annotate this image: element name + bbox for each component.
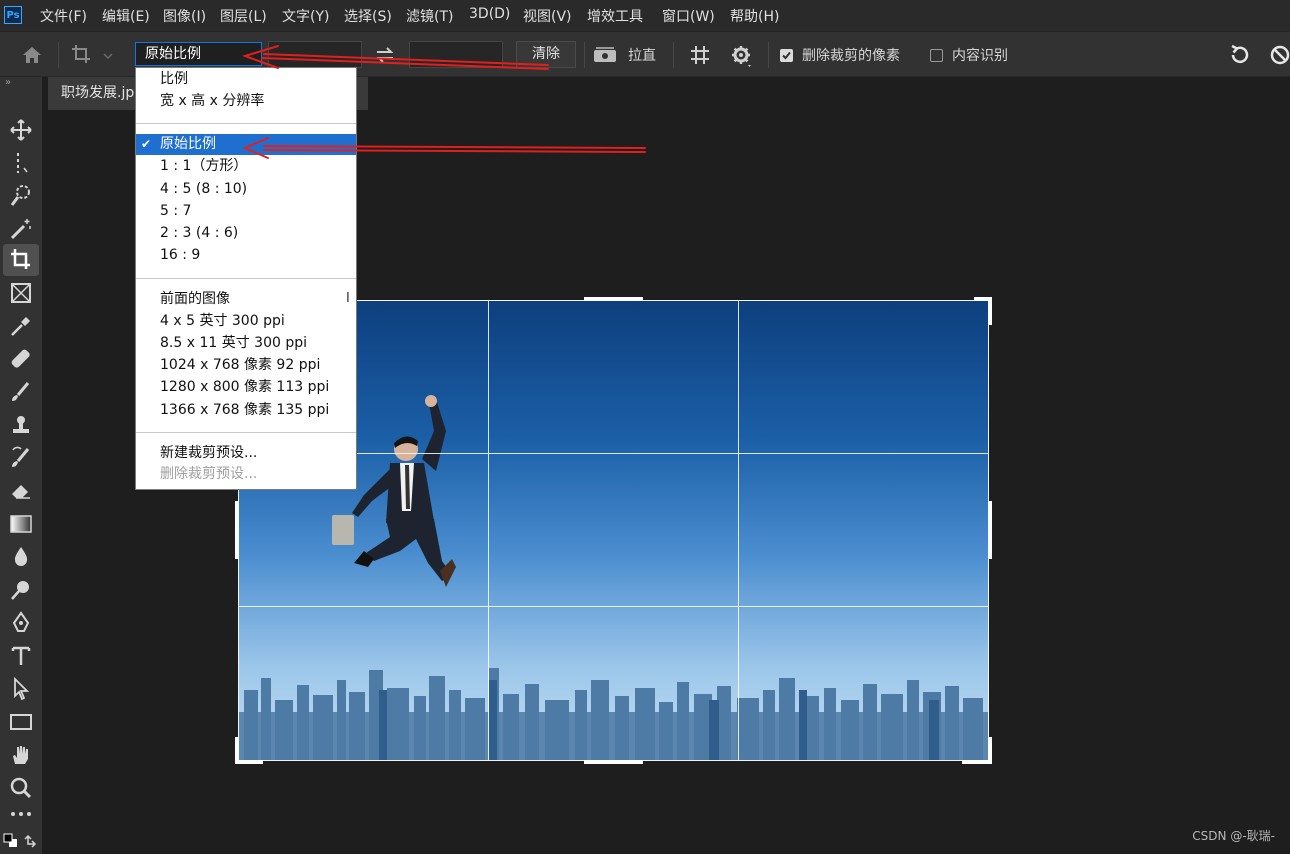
text-cursor-icon: I bbox=[346, 291, 350, 306]
menu-type[interactable]: 文字(Y) bbox=[282, 6, 329, 26]
content-aware-label[interactable]: 内容识别 bbox=[952, 45, 1008, 65]
eyedropper-tool-icon[interactable] bbox=[8, 313, 34, 339]
menu-bar: Ps 文件(F) 编辑(E) 图像(I) 图层(L) 文字(Y) 选择(S) 滤… bbox=[0, 0, 1290, 31]
healing-brush-tool-icon[interactable] bbox=[8, 346, 34, 372]
dropdown-divider bbox=[136, 432, 356, 433]
divider bbox=[584, 42, 585, 68]
menu-filter[interactable]: 滤镜(T) bbox=[406, 6, 453, 26]
dropdown-item-label: 原始比例 bbox=[160, 136, 216, 152]
crop-handle-right[interactable] bbox=[988, 501, 992, 559]
cancel-icon[interactable] bbox=[1269, 44, 1290, 66]
dropdown-item-8.5x11-in[interactable]: 8.5 x 11 英寸 300 ppi bbox=[136, 333, 356, 354]
divider bbox=[58, 42, 59, 68]
delete-cropped-pixels-checkbox[interactable] bbox=[780, 49, 793, 62]
crop-handle-bottom-left[interactable] bbox=[235, 760, 263, 764]
crop-preset-icon[interactable] bbox=[70, 43, 116, 67]
menu-layer[interactable]: 图层(L) bbox=[220, 6, 267, 26]
dropdown-item-delete-preset: 删除裁剪预设... bbox=[160, 466, 258, 482]
menu-file[interactable]: 文件(F) bbox=[40, 6, 87, 26]
hand-tool-icon[interactable] bbox=[8, 742, 34, 768]
dropdown-item-original-ratio[interactable]: ✔ 原始比例 bbox=[136, 134, 356, 155]
quick-select-tool-icon[interactable] bbox=[8, 183, 34, 209]
crop-height-input[interactable] bbox=[409, 41, 503, 68]
gradient-tool-icon[interactable] bbox=[8, 511, 34, 537]
crop-tool-icon[interactable] bbox=[8, 247, 34, 273]
photoshop-logo: Ps bbox=[4, 6, 22, 24]
pen-tool-icon[interactable] bbox=[8, 610, 34, 636]
dropdown-item-16-9[interactable]: 16 : 9 bbox=[136, 245, 356, 266]
color-swatches-icon[interactable] bbox=[2, 832, 40, 850]
zoom-tool-icon[interactable] bbox=[8, 775, 34, 801]
grid-overlay-icon[interactable] bbox=[689, 44, 711, 66]
menu-3d[interactable]: 3D(D) bbox=[469, 6, 510, 22]
marquee-tool-icon[interactable] bbox=[8, 150, 34, 176]
crop-handle-left[interactable] bbox=[235, 501, 239, 559]
reset-icon[interactable] bbox=[1228, 43, 1252, 67]
dropdown-item-1366x768[interactable]: 1366 x 768 像素 135 ppi bbox=[136, 400, 356, 421]
crop-handle-bottom-right[interactable] bbox=[988, 737, 992, 764]
dropdown-item-wxhxres[interactable]: 宽 x 高 x 分辨率 bbox=[136, 91, 356, 112]
crop-handle-bottom-left[interactable] bbox=[235, 737, 239, 764]
dropdown-item-5-7[interactable]: 5 : 7 bbox=[136, 201, 356, 222]
eraser-tool-icon[interactable] bbox=[8, 478, 34, 504]
dropdown-item-4-5[interactable]: 4 : 5 (8 : 10) bbox=[136, 179, 356, 200]
clone-stamp-tool-icon[interactable] bbox=[8, 412, 34, 438]
clear-button[interactable]: 清除 bbox=[516, 41, 576, 68]
dropdown-divider bbox=[136, 278, 356, 279]
menu-plugins[interactable]: 增效工具 bbox=[587, 6, 643, 26]
history-brush-tool-icon[interactable] bbox=[8, 445, 34, 471]
straighten-icon[interactable] bbox=[592, 44, 618, 66]
divider bbox=[673, 42, 674, 68]
menu-edit[interactable]: 编辑(E) bbox=[102, 6, 150, 26]
expand-panel-icon[interactable]: » bbox=[5, 77, 11, 88]
dropdown-item-front-image[interactable]: 前面的图像 bbox=[136, 289, 356, 310]
crop-width-input[interactable] bbox=[268, 41, 362, 68]
menu-help[interactable]: 帮助(H) bbox=[730, 6, 779, 26]
checkmark-icon: ✔ bbox=[141, 137, 152, 151]
swap-icon[interactable] bbox=[374, 45, 396, 65]
straighten-label[interactable]: 拉直 bbox=[628, 45, 656, 65]
content-aware-checkbox[interactable] bbox=[930, 49, 943, 62]
dropdown-item-4x5-in[interactable]: 4 x 5 英寸 300 ppi bbox=[136, 311, 356, 332]
type-tool-icon[interactable] bbox=[8, 643, 34, 669]
crop-ratio-dropdown: 比例 宽 x 高 x 分辨率 ✔ 原始比例 1 : 1（方形） 4 : 5 (8… bbox=[135, 67, 357, 490]
more-tools-icon[interactable] bbox=[8, 801, 34, 827]
menu-image[interactable]: 图像(I) bbox=[163, 6, 206, 26]
divider bbox=[768, 42, 769, 68]
watermark: CSDN @-耿瑞- bbox=[1192, 829, 1275, 843]
crop-ratio-select[interactable]: 原始比例 bbox=[135, 42, 262, 66]
dropdown-divider bbox=[136, 123, 356, 124]
menu-window[interactable]: 窗口(W) bbox=[662, 6, 715, 26]
menu-view[interactable]: 视图(V) bbox=[523, 6, 572, 26]
dropdown-item-ratio[interactable]: 比例 bbox=[136, 69, 356, 90]
blur-tool-icon[interactable] bbox=[8, 544, 34, 570]
frame-tool-icon[interactable] bbox=[8, 280, 34, 306]
dropdown-item-1280x800[interactable]: 1280 x 800 像素 113 ppi bbox=[136, 377, 356, 398]
crop-handle-bottom[interactable] bbox=[584, 760, 643, 764]
dropdown-item-1-1[interactable]: 1 : 1（方形） bbox=[136, 156, 356, 177]
path-selection-tool-icon[interactable] bbox=[8, 676, 34, 702]
delete-cropped-pixels-label[interactable]: 删除裁剪的像素 bbox=[802, 45, 900, 65]
crop-handle-top-right[interactable] bbox=[988, 297, 992, 325]
rectangle-tool-icon[interactable] bbox=[8, 709, 34, 735]
dropdown-item-2-3[interactable]: 2 : 3 (4 : 6) bbox=[136, 223, 356, 244]
menu-select[interactable]: 选择(S) bbox=[344, 6, 392, 26]
gear-icon[interactable] bbox=[730, 44, 754, 68]
dropdown-item-new-preset[interactable]: 新建裁剪预设... bbox=[136, 443, 356, 464]
crop-handle-top[interactable] bbox=[584, 297, 643, 301]
brush-tool-icon[interactable] bbox=[8, 379, 34, 405]
tools-panel: » bbox=[0, 77, 42, 854]
dodge-tool-icon[interactable] bbox=[8, 577, 34, 603]
home-icon[interactable] bbox=[20, 44, 44, 66]
dropdown-item-1024x768[interactable]: 1024 x 768 像素 92 ppi bbox=[136, 355, 356, 376]
move-tool-icon[interactable] bbox=[8, 117, 34, 143]
magic-wand-tool-icon[interactable] bbox=[8, 216, 34, 242]
